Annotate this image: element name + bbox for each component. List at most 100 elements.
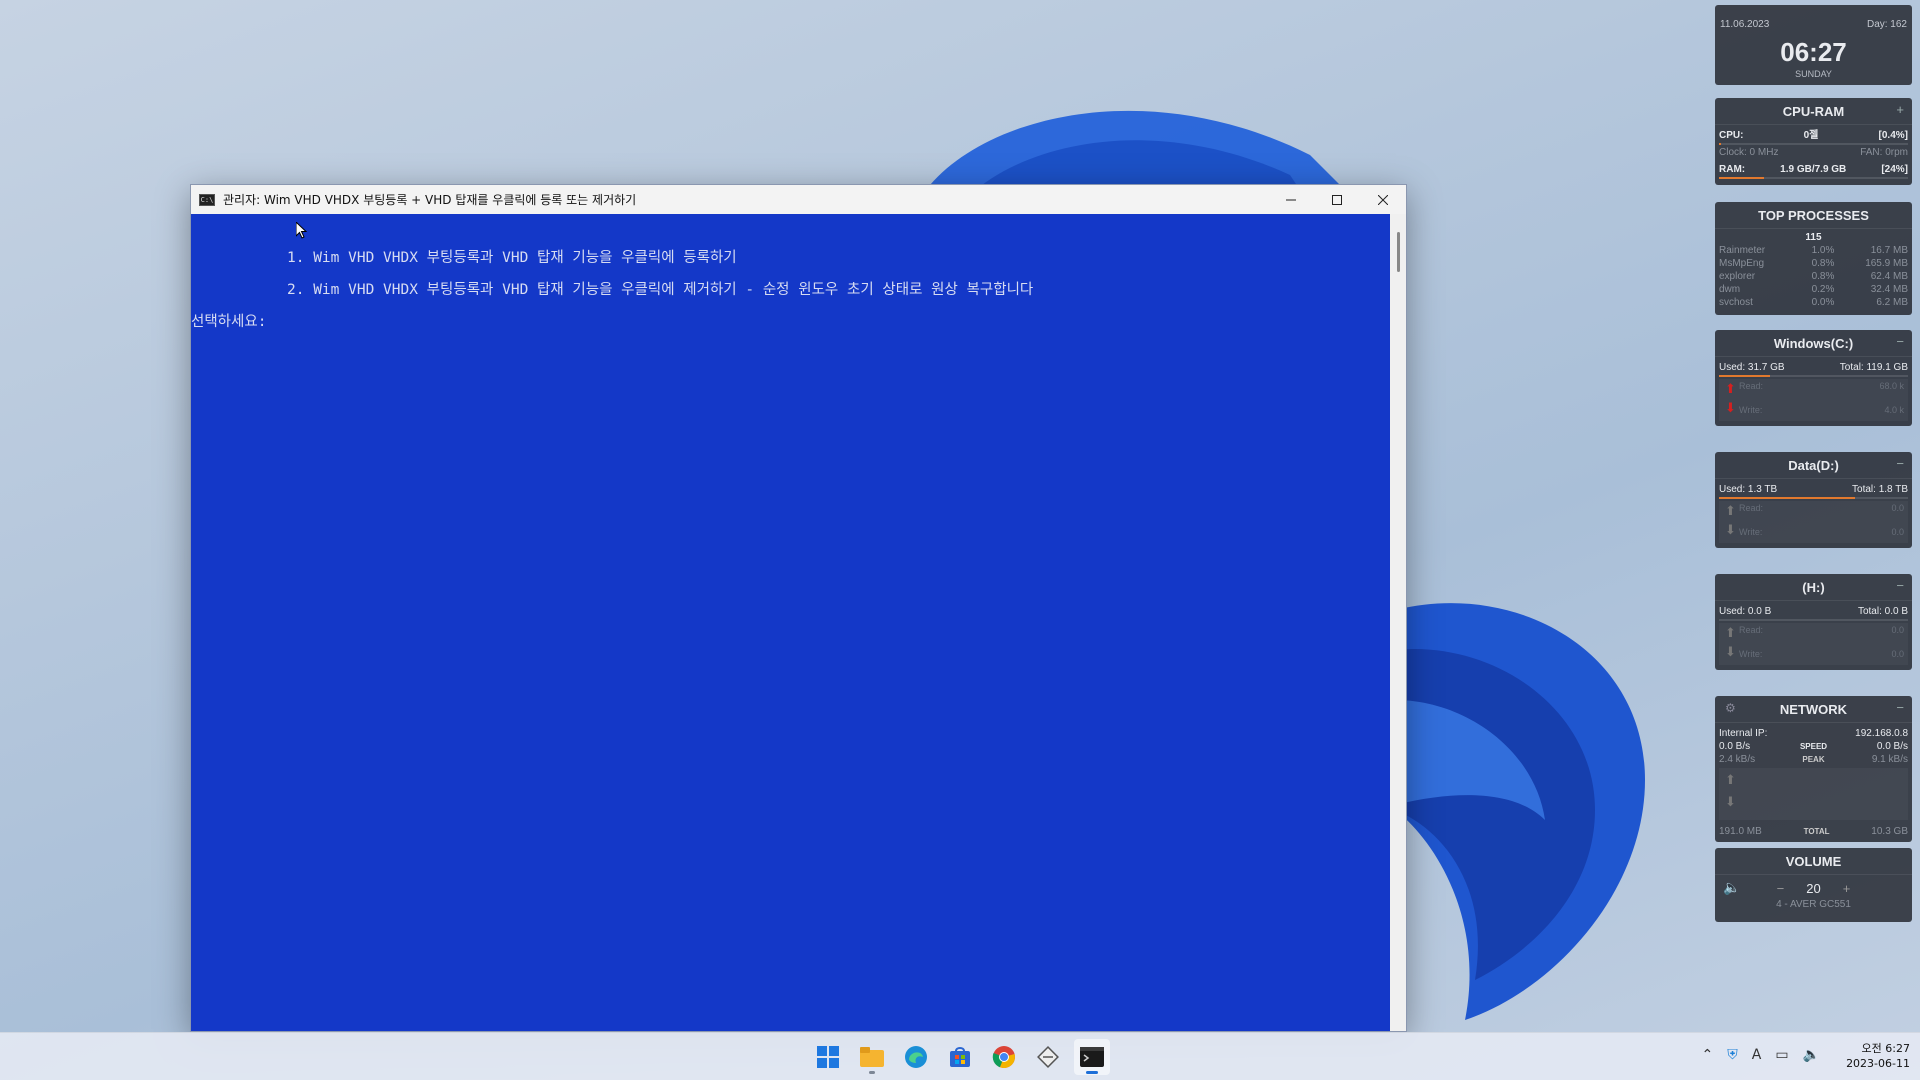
network-graph: ⬆ ⬇ bbox=[1719, 768, 1908, 820]
speaker-tray-icon[interactable]: 🔈 bbox=[1803, 1047, 1820, 1063]
widget-title: (H:) bbox=[1802, 580, 1825, 595]
drive-total: Total: 0.0 B bbox=[1857, 606, 1908, 617]
minimize-button[interactable] bbox=[1268, 185, 1314, 214]
read-arrow-icon: ⬆ bbox=[1725, 625, 1736, 640]
chrome-icon bbox=[992, 1046, 1015, 1069]
file-explorer-icon bbox=[860, 1047, 884, 1067]
drive-usage-bar bbox=[1719, 619, 1908, 621]
close-icon bbox=[1378, 194, 1388, 205]
expand-icon[interactable]: + bbox=[1896, 102, 1904, 117]
security-icon[interactable]: ⛨ bbox=[1727, 1047, 1738, 1063]
cpu-percent: [0.4%] bbox=[1878, 130, 1908, 141]
window-title: 관리자: Wim VHD VHDX 부팅등록 + VHD 탑재를 우클릭에 등록… bbox=[223, 193, 637, 207]
drive-io-graph: ⬆ ⬇ Read: 68.0 k Write: 4.0 k bbox=[1719, 379, 1908, 421]
network-widget: ⚙ NETWORK − Internal IP: 192.168.0.8 0.0 B/… bbox=[1715, 696, 1912, 842]
vertical-scrollbar[interactable] bbox=[1390, 214, 1406, 1031]
clock-weekday: SUNDAY bbox=[1795, 69, 1832, 79]
tray-clock[interactable]: 오전 6:27 2023-06-11 bbox=[1846, 1041, 1910, 1071]
console-output[interactable]: 1. Wim VHD VHDX 부팅등록과 VHD 탑재 기능을 우클릭에 등록… bbox=[191, 214, 1390, 1031]
clock-day-of-year: Day: 162 bbox=[1866, 19, 1907, 30]
volume-up-button[interactable]: + bbox=[1843, 881, 1851, 896]
process-count: 115 bbox=[1805, 232, 1822, 243]
speed-value: 0.0 B/s bbox=[1876, 741, 1908, 752]
widget-title: Data(D:) bbox=[1788, 458, 1839, 473]
write-arrow-icon: ⬇ bbox=[1725, 522, 1736, 537]
process-row: MsMpEng 0.8% 165.9 MB bbox=[1719, 258, 1908, 269]
volume-down-button[interactable]: − bbox=[1777, 881, 1785, 896]
top-processes-widget: TOP PROCESSES 115 Rainmeter 1.0% 16.7 MB M… bbox=[1715, 202, 1912, 315]
process-row: explorer 0.8% 62.4 MB bbox=[1719, 271, 1908, 282]
menu-option-1: 1. Wim VHD VHDX 부팅등록과 VHD 탑재 기능을 우클릭에 등록… bbox=[287, 250, 737, 266]
ip-label: Internal IP: bbox=[1719, 728, 1768, 739]
tray-date: 2023-06-11 bbox=[1846, 1057, 1910, 1070]
chrome-button[interactable] bbox=[986, 1039, 1022, 1075]
drive-total: Total: 119.1 GB bbox=[1839, 362, 1908, 373]
mouse-cursor-icon bbox=[295, 220, 308, 244]
edge-icon bbox=[905, 1046, 927, 1068]
widget-title: NETWORK bbox=[1779, 702, 1848, 717]
maximize-button[interactable] bbox=[1314, 185, 1360, 214]
drive-h-widget: (H:) − Used: 0.0 B Total: 0.0 B ⬆ ⬇ Read: 0… bbox=[1715, 574, 1912, 670]
scrollbar-thumb[interactable] bbox=[1397, 232, 1400, 272]
widget-title: TOP PROCESSES bbox=[1758, 208, 1869, 223]
clock-time: 06:27 bbox=[1780, 37, 1847, 67]
tool-button[interactable] bbox=[1030, 1039, 1066, 1075]
terminal-button[interactable] bbox=[1074, 1039, 1110, 1075]
read-arrow-icon: ⬆ bbox=[1725, 503, 1736, 518]
store-icon bbox=[950, 1047, 970, 1067]
collapse-icon[interactable]: − bbox=[1896, 700, 1904, 715]
tool-icon bbox=[1037, 1046, 1059, 1068]
ip-value: 192.168.0.8 bbox=[1855, 728, 1908, 739]
network-icon[interactable]: ▭ bbox=[1775, 1047, 1788, 1063]
drive-used: Used: 1.3 TB bbox=[1719, 484, 1778, 495]
total-value: 10.3 GB bbox=[1871, 826, 1908, 837]
cpu-ram-widget: CPU-RAM + CPU: 0젤 [0.4%] Clock: 0 MHz FAN: 0… bbox=[1715, 98, 1912, 185]
ram-bar bbox=[1719, 177, 1908, 179]
audio-device: 4 - AVER GC551 bbox=[1776, 899, 1851, 910]
console-prompt: 선택하세요: bbox=[191, 314, 267, 330]
read-arrow-icon: ⬆ bbox=[1725, 381, 1736, 396]
gear-icon[interactable]: ⚙ bbox=[1725, 701, 1736, 715]
close-button[interactable] bbox=[1360, 185, 1406, 214]
volume-widget: VOLUME 🔈 − 20 + 4 - AVER GC551 bbox=[1715, 848, 1912, 922]
start-button[interactable] bbox=[810, 1039, 846, 1075]
process-row: Rainmeter 1.0% 16.7 MB bbox=[1719, 245, 1908, 256]
drive-used: Used: 31.7 GB bbox=[1719, 362, 1785, 373]
cmd-window[interactable]: C:\ 관리자: Wim VHD VHDX 부팅등록 + VHD 탑재를 우클릭… bbox=[190, 184, 1407, 1032]
cpu-value: 0젤 bbox=[1803, 130, 1819, 141]
widget-title: Windows(C:) bbox=[1773, 336, 1854, 351]
store-button[interactable] bbox=[942, 1039, 978, 1075]
drive-c-widget: Windows(C:) − Used: 31.7 GB Total: 119.1 G… bbox=[1715, 330, 1912, 426]
drive-usage-bar bbox=[1719, 375, 1908, 377]
maximize-icon bbox=[1332, 194, 1342, 205]
cpu-label: CPU: bbox=[1719, 130, 1744, 141]
download-arrow-icon: ⬇ bbox=[1725, 794, 1736, 809]
speed-label: SPEED bbox=[1799, 742, 1828, 751]
terminal-icon bbox=[1080, 1047, 1104, 1067]
widget-title: VOLUME bbox=[1785, 854, 1842, 869]
process-row: svchost 0.0% 6.2 MB bbox=[1719, 297, 1908, 308]
start-icon bbox=[817, 1046, 839, 1068]
tray-overflow-icon[interactable]: ⌃ bbox=[1702, 1047, 1714, 1063]
collapse-icon[interactable]: − bbox=[1896, 456, 1904, 471]
peak-label: PEAK bbox=[1802, 755, 1825, 764]
edge-button[interactable] bbox=[898, 1039, 934, 1075]
window-titlebar[interactable]: C:\ 관리자: Wim VHD VHDX 부팅등록 + VHD 탑재를 우클릭… bbox=[191, 185, 1406, 214]
file-explorer-button[interactable] bbox=[854, 1039, 890, 1075]
ram-label: RAM: bbox=[1719, 164, 1746, 175]
speaker-icon[interactable]: 🔈 bbox=[1723, 879, 1740, 896]
upload-arrow-icon: ⬆ bbox=[1725, 772, 1736, 787]
menu-option-2: 2. Wim VHD VHDX 부팅등록과 VHD 탑재 기능을 우클릭에 제거… bbox=[287, 282, 1034, 298]
drive-io-graph: ⬆ ⬇ Read: 0.0 Write: 0.0 bbox=[1719, 623, 1908, 665]
ime-icon[interactable]: A bbox=[1752, 1047, 1762, 1063]
total-upload: 191.0 MB bbox=[1719, 826, 1762, 837]
drive-usage-bar bbox=[1719, 497, 1908, 499]
collapse-icon[interactable]: − bbox=[1896, 334, 1904, 349]
cpu-bar bbox=[1719, 143, 1908, 145]
upload-now: 0.0 B/s bbox=[1719, 741, 1751, 752]
drive-d-widget: Data(D:) − Used: 1.3 TB Total: 1.8 TB ⬆ ⬇ … bbox=[1715, 452, 1912, 548]
taskbar: ⌃ ⛨ A ▭ 🔈 오전 6:27 2023-06-11 bbox=[0, 1032, 1920, 1080]
drive-total: Total: 1.8 TB bbox=[1852, 484, 1908, 495]
widget-title: CPU-RAM bbox=[1782, 104, 1845, 119]
collapse-icon[interactable]: − bbox=[1896, 578, 1904, 593]
